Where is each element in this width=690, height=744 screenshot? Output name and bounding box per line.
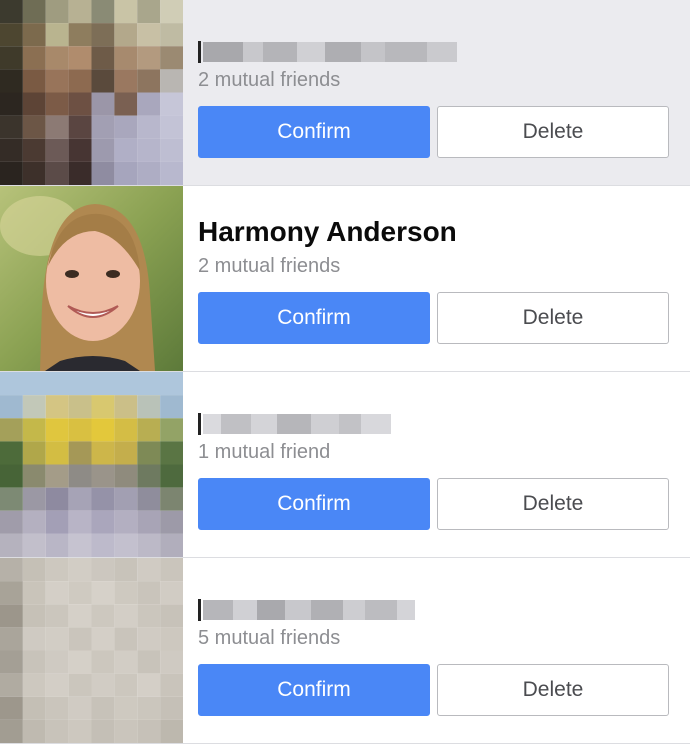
avatar[interactable] <box>0 558 183 743</box>
friend-request-item: 1 mutual friend Confirm Delete <box>0 372 690 558</box>
name-redacted[interactable] <box>198 410 391 438</box>
delete-button[interactable]: Delete <box>437 292 669 344</box>
avatar-pixelated-image <box>0 0 183 185</box>
name-redacted[interactable] <box>198 38 457 66</box>
friend-request-list: 2 mutual friends Confirm Delete Harmony … <box>0 0 690 744</box>
delete-button[interactable]: Delete <box>437 478 669 530</box>
avatar-pixelated-image <box>0 372 183 557</box>
mutual-friends-count: 2 mutual friends <box>198 255 341 277</box>
friend-name[interactable]: Harmony Anderson <box>198 216 457 248</box>
friend-request-item: 2 mutual friends Confirm Delete <box>0 0 690 186</box>
mutual-friends-count: 2 mutual friends <box>198 69 341 91</box>
avatar[interactable] <box>0 0 183 185</box>
confirm-button[interactable]: Confirm <box>198 106 430 158</box>
delete-button[interactable]: Delete <box>437 664 669 716</box>
confirm-button[interactable]: Confirm <box>198 478 430 530</box>
avatar[interactable] <box>0 186 183 371</box>
avatar[interactable] <box>0 372 183 557</box>
avatar-portrait-image <box>0 186 183 371</box>
delete-button[interactable]: Delete <box>437 106 669 158</box>
avatar-pixelated-image <box>0 558 183 743</box>
friend-request-item: 5 mutual friends Confirm Delete <box>0 558 690 744</box>
confirm-button[interactable]: Confirm <box>198 664 430 716</box>
confirm-button[interactable]: Confirm <box>198 292 430 344</box>
friend-request-item: Harmony Anderson 2 mutual friends Confir… <box>0 186 690 372</box>
name-redacted[interactable] <box>198 596 415 624</box>
mutual-friends-count: 1 mutual friend <box>198 441 331 463</box>
mutual-friends-count: 5 mutual friends <box>198 627 341 649</box>
